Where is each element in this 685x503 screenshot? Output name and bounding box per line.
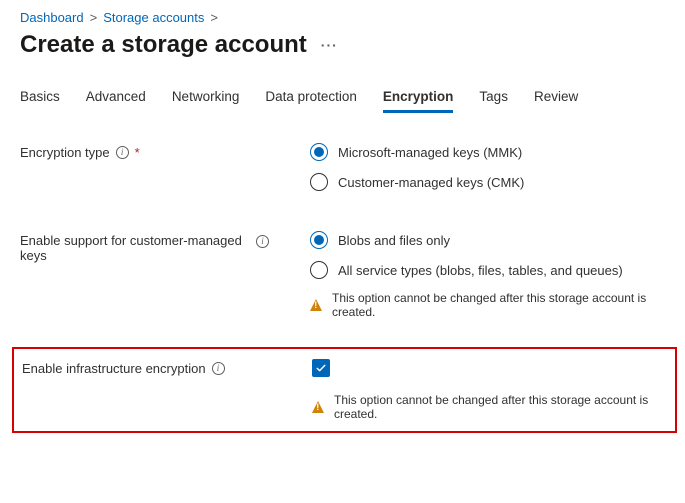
warning-icon — [312, 401, 324, 413]
radio-mmk[interactable]: Microsoft-managed keys (MMK) — [310, 143, 665, 161]
tabs: Basics Advanced Networking Data protecti… — [20, 89, 665, 113]
page-title: Create a storage account ··· — [20, 31, 665, 59]
radio-blobs-files-only[interactable]: Blobs and files only — [310, 231, 665, 249]
radio-icon — [310, 261, 328, 279]
tab-basics[interactable]: Basics — [20, 89, 60, 113]
row-cmk-support: Enable support for customer-managed keys… — [20, 231, 665, 319]
tab-tags[interactable]: Tags — [479, 89, 508, 113]
radio-cmk-label: Customer-managed keys (CMK) — [338, 175, 524, 190]
breadcrumb-storage-accounts[interactable]: Storage accounts — [103, 10, 204, 25]
info-icon[interactable]: i — [116, 146, 129, 159]
row-infrastructure-encryption: Enable infrastructure encryption i This … — [20, 359, 669, 421]
required-indicator: * — [135, 145, 140, 160]
radio-icon — [310, 231, 328, 249]
encryption-type-label: Encryption type — [20, 145, 110, 160]
tab-encryption[interactable]: Encryption — [383, 89, 454, 113]
cmk-support-label: Enable support for customer-managed keys — [20, 233, 250, 263]
infra-encryption-warning-text: This option cannot be changed after this… — [334, 393, 669, 421]
breadcrumb-dashboard[interactable]: Dashboard — [20, 10, 84, 25]
infra-encryption-checkbox[interactable] — [312, 359, 330, 377]
tab-review[interactable]: Review — [534, 89, 578, 113]
check-icon — [315, 362, 327, 374]
radio-mmk-label: Microsoft-managed keys (MMK) — [338, 145, 522, 160]
radio-all-service-types[interactable]: All service types (blobs, files, tables,… — [310, 261, 665, 279]
breadcrumb: Dashboard > Storage accounts > — [20, 10, 665, 25]
radio-all-label: All service types (blobs, files, tables,… — [338, 263, 623, 278]
info-icon[interactable]: i — [212, 362, 225, 375]
highlight-infrastructure-encryption: Enable infrastructure encryption i This … — [12, 347, 677, 433]
info-icon[interactable]: i — [256, 235, 269, 248]
radio-icon — [310, 173, 328, 191]
tab-advanced[interactable]: Advanced — [86, 89, 146, 113]
radio-cmk[interactable]: Customer-managed keys (CMK) — [310, 173, 665, 191]
infra-encryption-warning: This option cannot be changed after this… — [312, 393, 669, 421]
cmk-support-warning-text: This option cannot be changed after this… — [332, 291, 665, 319]
radio-icon — [310, 143, 328, 161]
tab-data-protection[interactable]: Data protection — [265, 89, 357, 113]
row-encryption-type: Encryption type i * Microsoft-managed ke… — [20, 143, 665, 203]
infra-encryption-label: Enable infrastructure encryption — [22, 361, 206, 376]
page-title-text: Create a storage account — [20, 31, 307, 59]
chevron-right-icon: > — [210, 10, 218, 25]
chevron-right-icon: > — [90, 10, 98, 25]
tab-networking[interactable]: Networking — [172, 89, 240, 113]
more-actions-button[interactable]: ··· — [321, 38, 338, 52]
cmk-support-warning: This option cannot be changed after this… — [310, 291, 665, 319]
radio-blobs-label: Blobs and files only — [338, 233, 450, 248]
warning-icon — [310, 299, 322, 311]
